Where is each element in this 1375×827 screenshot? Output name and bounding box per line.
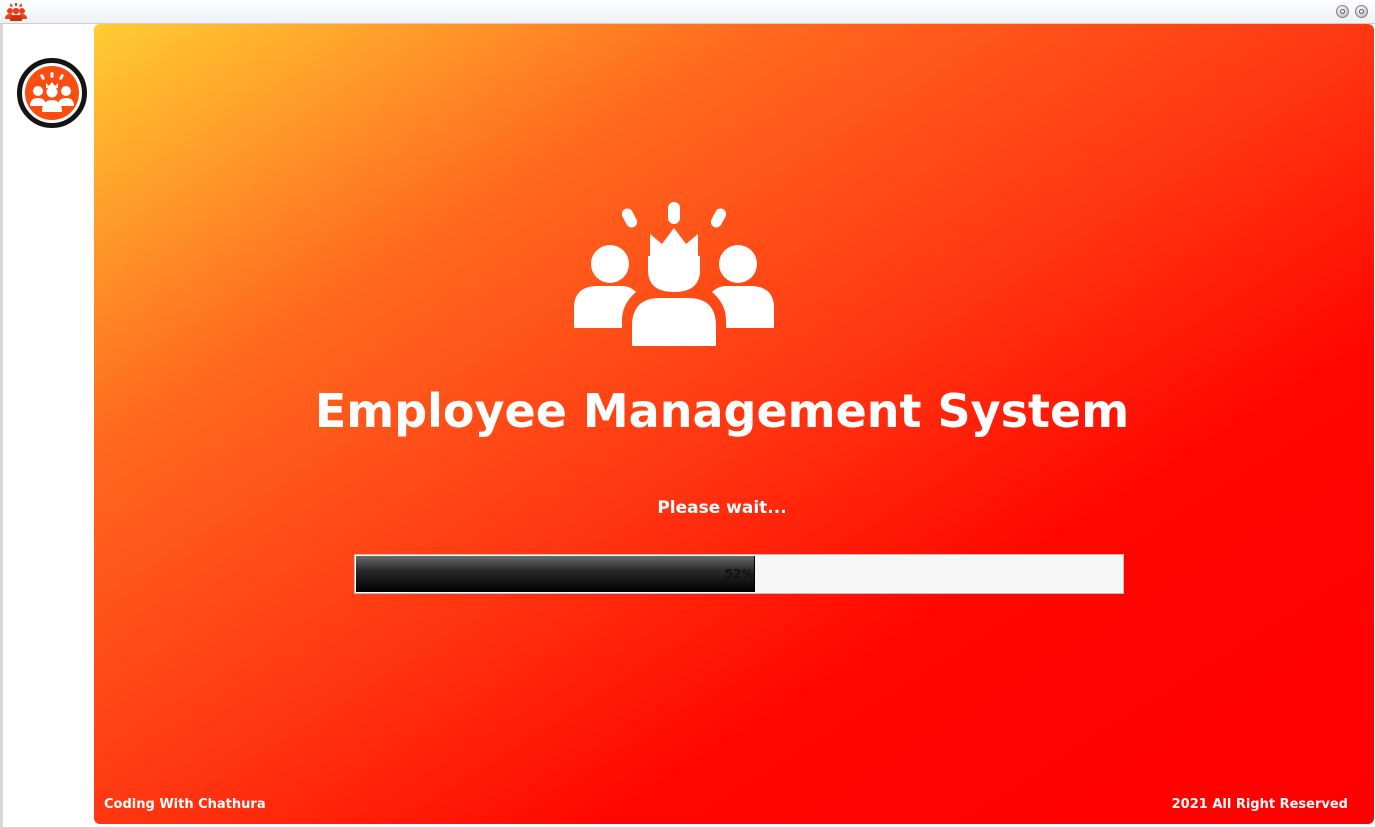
minimize-button[interactable]: [1336, 5, 1349, 18]
team-leader-icon: [30, 72, 74, 112]
loading-progress-bar: 52%: [354, 554, 1124, 594]
close-button[interactable]: [1355, 5, 1368, 18]
app-title: Employee Management System: [314, 384, 1130, 438]
team-leader-icon: [574, 202, 774, 346]
team-icon: [5, 3, 27, 21]
window-titlebar: [0, 0, 1375, 24]
app-logo: [17, 58, 87, 128]
loading-status: Please wait...: [657, 498, 787, 518]
splash-panel: Employee Management System Please wait..…: [94, 24, 1374, 824]
footer-copyright: 2021 All Right Reserved: [1171, 797, 1348, 812]
footer-credit: Coding With Chathura: [104, 797, 266, 812]
progress-label: 52%: [724, 567, 754, 581]
sidebar: [0, 24, 94, 827]
